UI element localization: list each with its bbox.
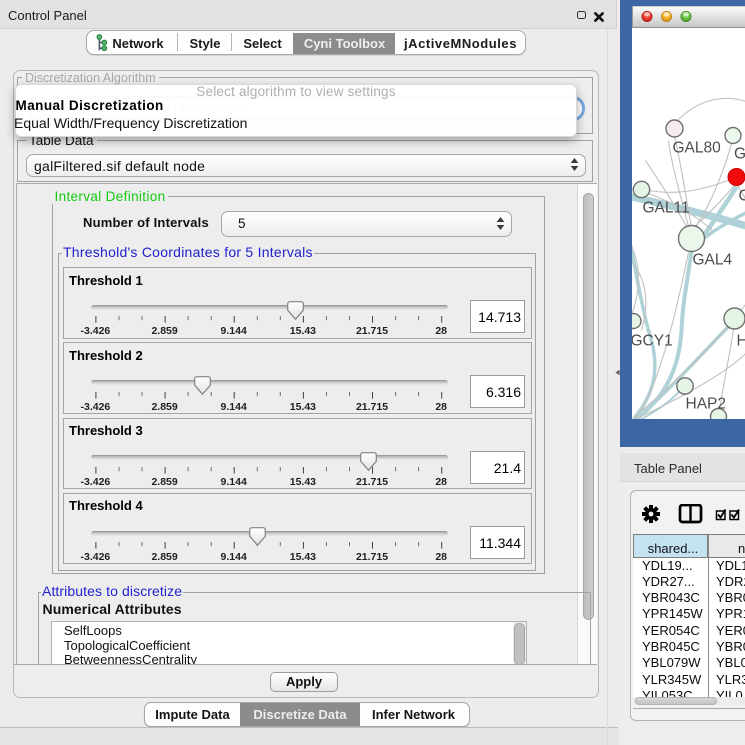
svg-text:GCY1: GCY1 xyxy=(632,332,673,349)
svg-text:GAL80: GAL80 xyxy=(672,139,721,156)
svg-text:GAL11: GAL11 xyxy=(642,199,689,216)
svg-text:GAL4: GAL4 xyxy=(692,251,732,268)
svg-text:HAP2: HAP2 xyxy=(685,395,726,412)
svg-text:H: H xyxy=(736,332,745,349)
svg-text:GA: GA xyxy=(734,145,745,162)
svg-text:C: C xyxy=(738,187,745,204)
